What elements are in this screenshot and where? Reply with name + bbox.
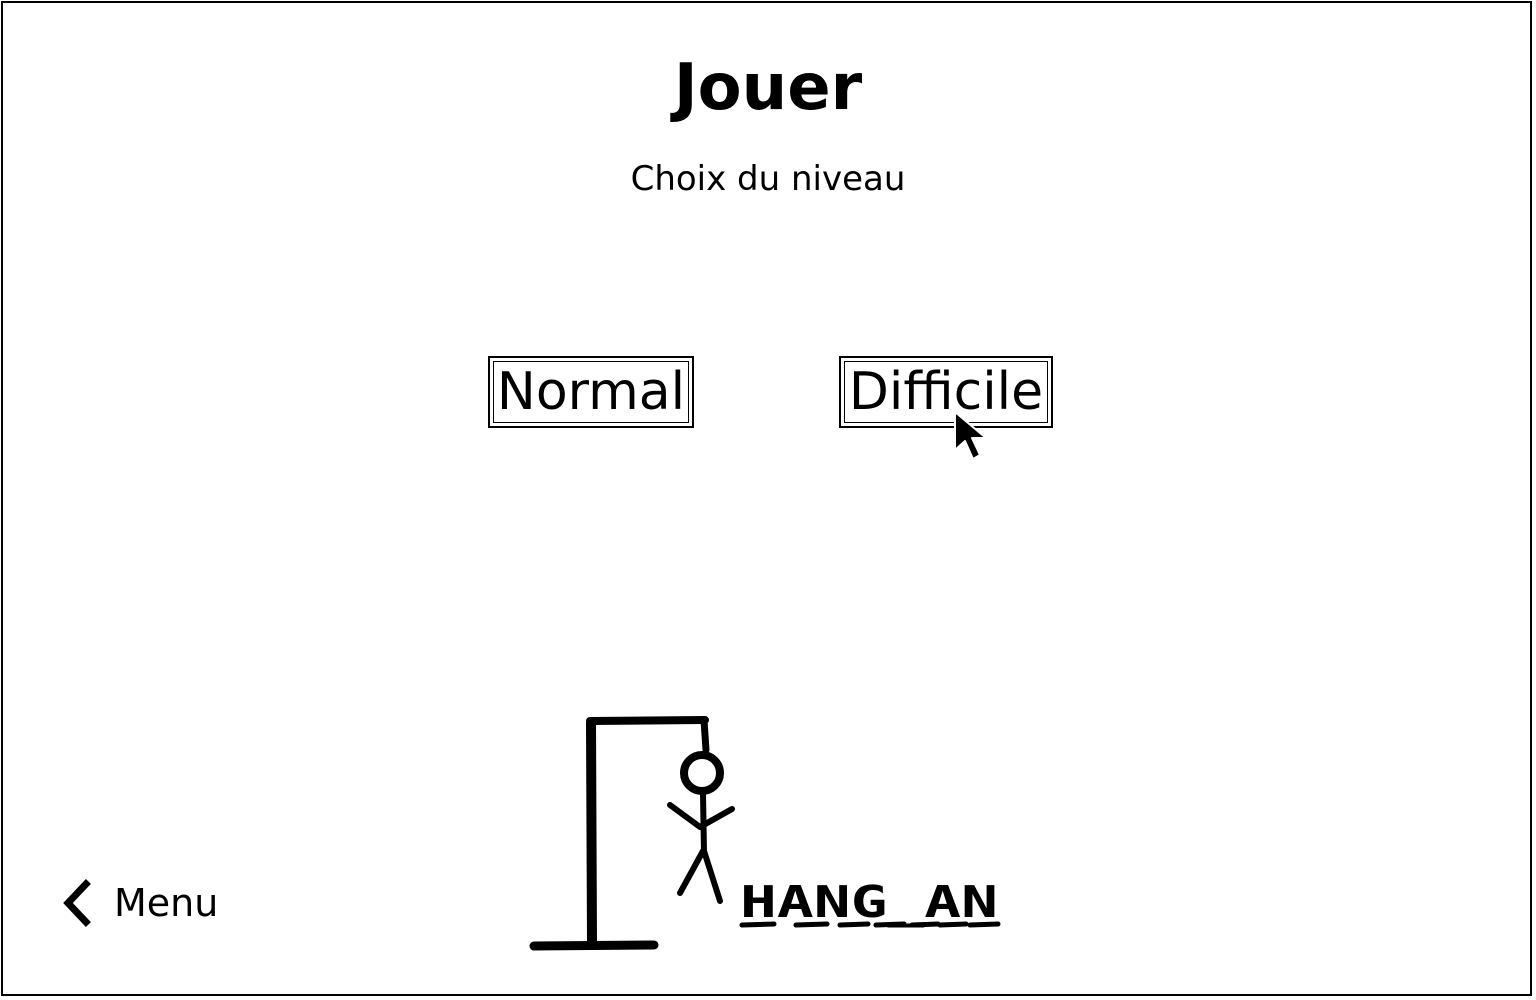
page-subtitle: Choix du niveau — [630, 159, 906, 199]
page-title: Jouer — [673, 51, 863, 125]
chevron-left-icon — [63, 879, 91, 927]
hangman-logo-word: HANG_AN — [740, 877, 998, 928]
normal-level-button[interactable]: Normal — [488, 356, 694, 428]
hangman-logo: HANG_AN — [529, 716, 1001, 951]
back-to-menu-label: Menu — [114, 881, 219, 925]
mouse-pointer-icon — [954, 411, 987, 460]
difficile-level-button[interactable]: Difficile — [839, 356, 1053, 428]
back-to-menu-link[interactable]: Menu — [56, 876, 218, 930]
